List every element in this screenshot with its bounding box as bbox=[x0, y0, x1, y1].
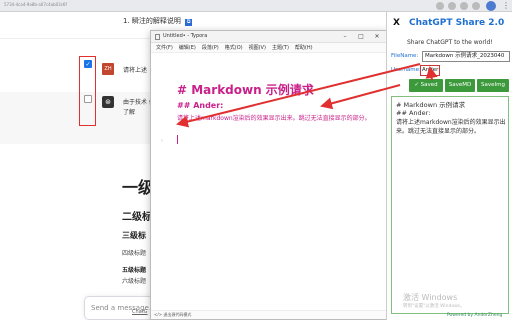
markdown-preview[interactable]: # Markdown 示例请求 ## Ander: 请将上述markdown渲染… bbox=[391, 96, 509, 314]
windows-activation-hint: 转到"设置"以激活 Windows。 bbox=[403, 304, 465, 309]
rendered-h5: 五级标题 bbox=[122, 267, 147, 274]
preview-heading-2: ## Ander: bbox=[396, 109, 431, 117]
rendered-h6: 六级标题 bbox=[122, 278, 147, 285]
menu-help[interactable]: 帮助(H) bbox=[292, 43, 316, 52]
user-avatar: ZH bbox=[102, 63, 114, 75]
chatgpt-share-panel: X ChatGPT Share 2.0 Share ChatGPT to the… bbox=[386, 12, 512, 320]
line-marker: › bbox=[161, 138, 163, 144]
source-mode-toggle[interactable]: </> 退出源代码模式 bbox=[154, 312, 191, 318]
saveimg-button[interactable]: SaveImg bbox=[477, 79, 509, 92]
filename-input[interactable]: Markdown 示例请求_2023040 bbox=[422, 51, 510, 62]
menu-format[interactable]: 格式(O) bbox=[222, 43, 246, 52]
panel-title: ChatGPT Share 2.0 bbox=[409, 18, 505, 28]
rendered-h3: 三级标 bbox=[122, 231, 146, 240]
maximize-icon[interactable]: □ bbox=[353, 31, 369, 43]
assistant-avatar: ⊛ bbox=[102, 96, 114, 108]
windows-activation-watermark: 激活 Windows bbox=[403, 293, 458, 302]
footer-link[interactable]: ChatG bbox=[132, 309, 148, 315]
close-icon[interactable]: X bbox=[393, 18, 400, 28]
window-title: Untitled• - Typora bbox=[163, 33, 208, 39]
numbered-list-item: 1. 瞬注的解释说明 ⧉ bbox=[123, 17, 193, 26]
menu-file[interactable]: 文件(F) bbox=[153, 43, 176, 52]
preview-heading-1: # Markdown 示例请求 bbox=[396, 101, 466, 109]
menu-view[interactable]: 视图(V) bbox=[246, 43, 269, 52]
typora-menubar: 文件(F) 编辑(E) 段落(P) 格式(O) 视图(V) 主题(T) 帮助(H… bbox=[151, 43, 387, 53]
file-icon bbox=[155, 34, 160, 40]
puzzle-icon[interactable] bbox=[460, 2, 468, 10]
source-heading-2: ## Ander: bbox=[177, 101, 224, 110]
powered-by-link[interactable]: Powered by AnderZheng bbox=[447, 313, 502, 318]
annotation-highlight-box bbox=[79, 56, 96, 126]
browser-toolbar: 5734-4ca4-9a8b-a07c4ab03c6f ⋮ bbox=[0, 0, 512, 12]
filename-label: FileName: bbox=[391, 53, 419, 59]
profile-avatar[interactable] bbox=[486, 1, 496, 11]
extension-icon[interactable] bbox=[448, 2, 456, 10]
savemd-button[interactable]: SaveMD bbox=[445, 79, 475, 92]
copy-icon[interactable]: ⧉ bbox=[185, 19, 193, 26]
close-icon[interactable]: ✕ bbox=[369, 31, 385, 43]
preview-paragraph: 请将上述markdown渲染后的效果显示出来。跳过无法直接显示的部分。 bbox=[396, 119, 506, 135]
typora-statusbar: </> 退出源代码模式 bbox=[151, 310, 387, 319]
source-heading-1: # Markdown 示例请求 bbox=[177, 83, 314, 97]
menu-theme[interactable]: 主题(T) bbox=[269, 43, 292, 52]
rendered-h4: 四级标题 bbox=[122, 250, 147, 257]
address-bar[interactable]: 5734-4ca4-9a8b-a07c4ab03c6f bbox=[4, 2, 67, 7]
panel-subtitle: Share ChatGPT to the world! bbox=[407, 39, 493, 46]
menu-paragraph[interactable]: 段落(P) bbox=[199, 43, 222, 52]
typora-editor[interactable]: # Markdown 示例请求 ## Ander: 请将上述markdown渲染… bbox=[151, 53, 387, 309]
username-input[interactable]: Ander bbox=[420, 65, 440, 76]
rendered-h2: 二级标 bbox=[122, 212, 152, 223]
typora-titlebar: Untitled• - Typora – □ ✕ bbox=[151, 31, 387, 43]
source-paragraph: 请将上述markdown渲染后的效果显示出来。跳过无法直接显示的部分。 bbox=[177, 115, 371, 122]
text-cursor bbox=[177, 135, 178, 144]
kebab-menu-icon[interactable]: ⋮ bbox=[502, 0, 510, 12]
minimize-icon[interactable]: – bbox=[337, 31, 353, 43]
username-label: Username: bbox=[391, 67, 421, 73]
user-message: 请将上述 bbox=[123, 67, 148, 74]
sidebar-icon[interactable] bbox=[472, 2, 480, 10]
typora-window: Untitled• - Typora – □ ✕ 文件(F) 编辑(E) 段落(… bbox=[150, 30, 388, 320]
menu-edit[interactable]: 编辑(E) bbox=[176, 43, 199, 52]
extension-icon[interactable] bbox=[436, 2, 444, 10]
saved-button[interactable]: ✓ Saved bbox=[409, 79, 443, 92]
